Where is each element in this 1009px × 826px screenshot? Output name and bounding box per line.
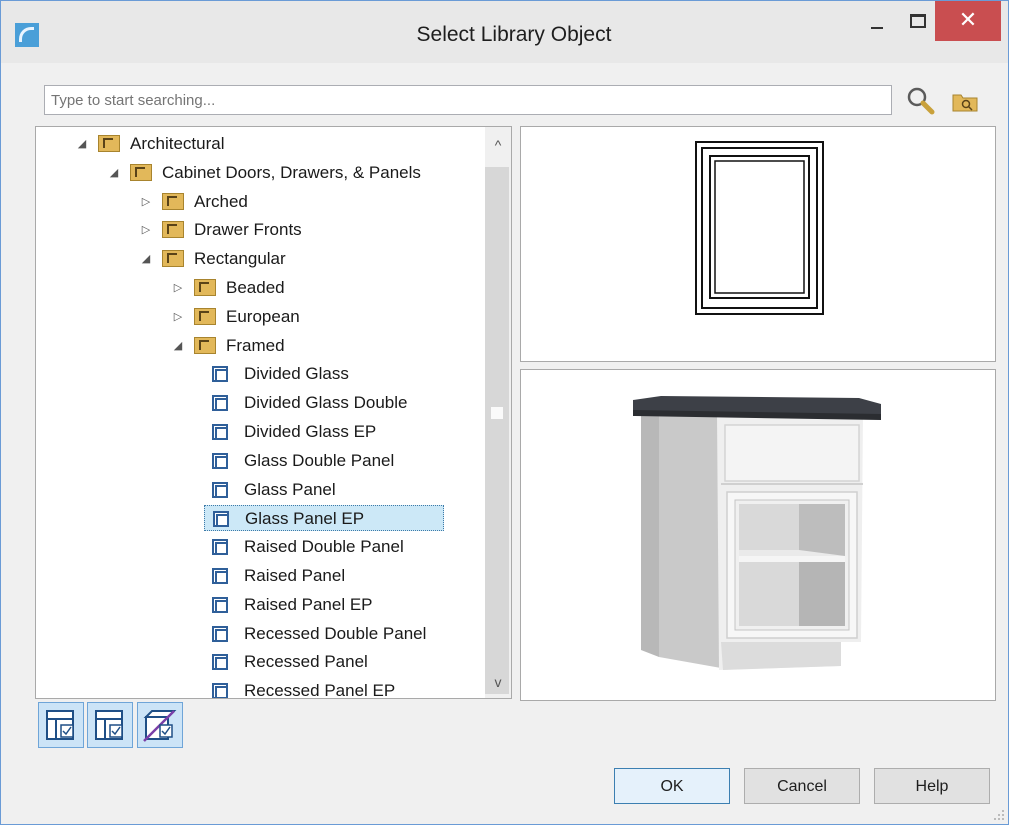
tree-scrollbar[interactable]: ^ v (485, 127, 511, 698)
scroll-grip (491, 407, 503, 419)
tree-folder-item[interactable]: ◢ Rectangular (140, 246, 492, 272)
tree-item-label: Cabinet Doors, Drawers, & Panels (162, 162, 421, 182)
tree-object-item[interactable]: Raised Double Panel (204, 534, 492, 560)
tree-object-item[interactable]: Raised Panel (204, 563, 492, 589)
library-object-icon (213, 511, 229, 528)
folder-icon (194, 336, 216, 354)
tree-folder-item[interactable]: ▷ Drawer Fronts (140, 217, 492, 243)
folder-icon (194, 279, 216, 296)
tree-item-label: Divided Glass (244, 364, 349, 384)
tree-object-item[interactable]: Recessed Panel (204, 649, 492, 675)
preview-2d-icon (46, 710, 74, 740)
resize-grip[interactable] (991, 807, 1005, 821)
tree-item-label: Framed (226, 335, 285, 355)
folder-icon (130, 163, 152, 181)
tree-object-item[interactable]: Recessed Double Panel (204, 621, 492, 647)
tree-folder-item[interactable]: ▷ Arched (140, 189, 492, 215)
title-bar: Select Library Object ✕ (1, 1, 1008, 63)
tree-item-label: Glass Panel (244, 479, 336, 499)
library-object-icon (212, 481, 228, 498)
collapsed-arrow-icon[interactable]: ▷ (140, 189, 152, 215)
show-3d-toggle-button[interactable] (137, 702, 183, 748)
tree-item-label: Arched (194, 191, 248, 211)
tree-folder-item[interactable]: ▷ European (172, 304, 492, 330)
expanded-arrow-icon[interactable]: ◢ (108, 160, 120, 186)
preview-3d-icon (95, 710, 123, 740)
plan-view-preview (520, 126, 996, 362)
tree-folder-item[interactable]: ◢ Framed (172, 333, 492, 359)
scroll-thumb[interactable] (485, 167, 509, 694)
search-input[interactable] (44, 85, 892, 115)
tree-object-item[interactable]: Glass Double Panel (204, 448, 492, 474)
tree-item-label: Recessed Panel EP (244, 681, 396, 699)
library-object-icon (212, 395, 228, 412)
cabinet-3d-render (633, 396, 881, 670)
tree-object-item[interactable]: Divided Glass EP (204, 419, 492, 445)
tree-item-label: Raised Panel (244, 566, 346, 585)
folder-icon (194, 307, 216, 325)
library-object-icon (212, 366, 228, 383)
preview-3d-toggle-button[interactable] (87, 702, 133, 748)
tree-item-label: Recessed Double Panel (244, 623, 427, 643)
dialog-window: Select Library Object ✕ ◢ Architectural ◢ C… (0, 0, 1009, 825)
tree-item-label: Architectural (130, 134, 225, 153)
tree-item-label: Raised Panel EP (244, 594, 373, 614)
expanded-arrow-icon[interactable]: ◢ (76, 131, 88, 157)
folder-icon (162, 250, 184, 268)
3d-view-preview (520, 369, 996, 701)
tree-object-item[interactable]: Glass Panel EP (204, 505, 444, 532)
tree-item-label: Divided Glass Double (244, 393, 408, 413)
folder-icon (98, 135, 120, 152)
folder-browse-icon[interactable] (951, 89, 981, 115)
tree-folder-item[interactable]: ◢ Cabinet Doors, Drawers, & Panels (108, 160, 492, 186)
library-object-icon (212, 596, 228, 613)
library-object-icon (212, 568, 228, 584)
library-object-icon (212, 625, 228, 642)
folder-icon (162, 221, 184, 239)
scroll-down-icon[interactable]: v (485, 672, 511, 692)
tree-item-label: Glass Double Panel (244, 450, 395, 470)
search-icon[interactable] (904, 85, 938, 117)
tree-item-label: Raised Double Panel (244, 537, 404, 557)
close-button[interactable]: ✕ (935, 1, 1001, 41)
tree-object-item[interactable]: Divided Glass Double (204, 390, 492, 416)
tree-object-item[interactable]: Raised Panel EP (204, 592, 492, 618)
folder-icon (162, 192, 184, 210)
collapsed-arrow-icon[interactable]: ▷ (140, 217, 152, 243)
cancel-button[interactable]: Cancel (744, 768, 860, 804)
collapsed-arrow-icon[interactable]: ▷ (172, 275, 184, 301)
tree-item-label: Glass Panel EP (245, 509, 365, 529)
library-tree[interactable]: ◢ Architectural ◢ Cabinet Doors, Drawers, &… (35, 126, 512, 699)
library-object-icon (212, 539, 228, 556)
tree-folder-item[interactable]: ▷ Beaded (172, 275, 492, 301)
tree-item-label: Beaded (226, 278, 285, 297)
tree-object-item[interactable]: Glass Panel (204, 477, 492, 503)
collapsed-arrow-icon[interactable]: ▷ (172, 304, 184, 330)
ok-button[interactable]: OK (614, 768, 730, 804)
tree-item-label: Divided Glass EP (244, 422, 377, 441)
door-front-drawing (695, 141, 824, 315)
tree-item-label: Recessed Panel (244, 652, 368, 672)
tree-object-item[interactable]: Recessed Panel EP (204, 678, 492, 699)
library-object-icon (212, 424, 228, 440)
tree-item-label: Rectangular (194, 249, 286, 269)
tree-folder-item[interactable]: ◢ Architectural (76, 131, 492, 157)
show-3d-toggle-icon (143, 710, 177, 742)
library-object-icon (212, 683, 228, 698)
expanded-arrow-icon[interactable]: ◢ (140, 246, 152, 272)
expanded-arrow-icon[interactable]: ◢ (172, 333, 184, 359)
library-object-icon (212, 654, 228, 671)
minimize-button[interactable] (855, 1, 901, 41)
library-object-icon (212, 452, 228, 469)
scroll-up-icon[interactable]: ^ (485, 135, 511, 155)
tree-item-label: European (226, 306, 300, 326)
maximize-button[interactable] (901, 1, 935, 41)
preview-2d-toggle-button[interactable] (38, 702, 84, 748)
tree-object-item[interactable]: Divided Glass (204, 361, 492, 387)
help-button[interactable]: Help (874, 768, 990, 804)
tree-item-label: Drawer Fronts (194, 220, 302, 240)
